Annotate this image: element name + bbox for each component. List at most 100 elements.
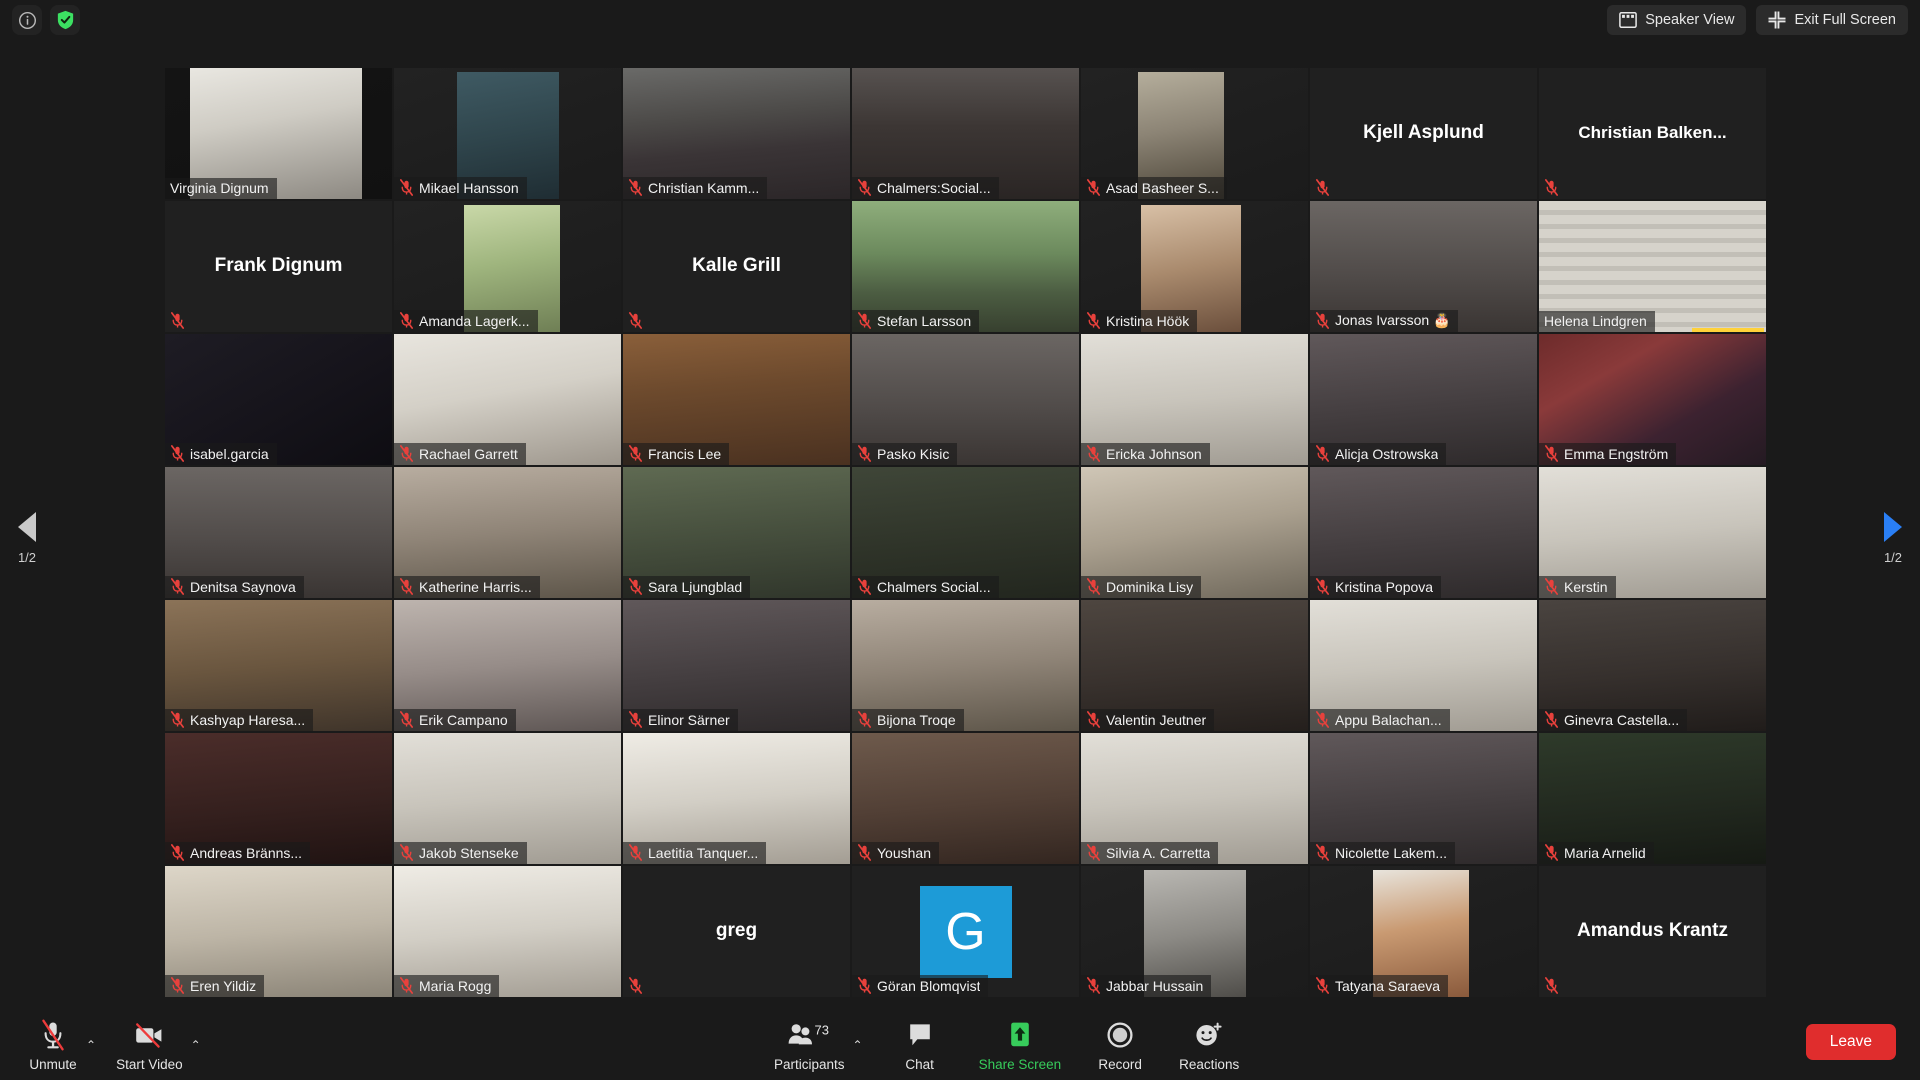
participant-nameplate: Valentin Jeutner bbox=[1081, 709, 1215, 731]
participant-tile[interactable]: Kristina Popova bbox=[1310, 467, 1537, 598]
participant-tile[interactable]: Dominika Lisy bbox=[1081, 467, 1308, 598]
participant-name-large: Amandus Krantz bbox=[1577, 920, 1728, 942]
mic-muted-icon bbox=[1087, 977, 1100, 994]
participant-tile[interactable]: Amandus Krantz bbox=[1539, 866, 1766, 997]
info-icon bbox=[18, 11, 36, 29]
participant-name-large: Kjell Asplund bbox=[1363, 122, 1484, 144]
people-icon: 73 bbox=[787, 1018, 831, 1052]
participant-name: Maria Arnelid bbox=[1564, 844, 1646, 861]
participant-tile[interactable]: greg bbox=[623, 866, 850, 997]
participant-name: Nicolette Lakem... bbox=[1335, 844, 1448, 861]
participant-nameplate: Virginia Dignum bbox=[165, 178, 277, 199]
participant-tile[interactable]: isabel.garcia bbox=[165, 334, 392, 465]
participant-tile[interactable]: Alicja Ostrowska bbox=[1310, 334, 1537, 465]
audio-options-caret[interactable]: ⌃ bbox=[86, 1038, 96, 1052]
participant-nameplate: Ericka Johnson bbox=[1081, 443, 1210, 465]
participant-tile[interactable]: Kashyap Haresa... bbox=[165, 600, 392, 731]
participant-tile[interactable]: Asad Basheer S... bbox=[1081, 68, 1308, 199]
participant-name: Ericka Johnson bbox=[1106, 445, 1202, 462]
video-options-caret[interactable]: ⌃ bbox=[191, 1038, 201, 1052]
participant-tile[interactable]: Denitsa Saynova bbox=[165, 467, 392, 598]
start-video-button[interactable]: Start Video bbox=[110, 1018, 189, 1072]
participant-tile[interactable]: Katherine Harris... bbox=[394, 467, 621, 598]
participant-tile[interactable]: Rachael Garrett bbox=[394, 334, 621, 465]
mic-muted-icon bbox=[1316, 578, 1329, 595]
next-page-button[interactable]: 1/2 bbox=[1880, 510, 1906, 565]
mic-muted-icon bbox=[1545, 977, 1558, 994]
chat-button[interactable]: Chat bbox=[889, 1018, 951, 1072]
exit-full-screen-button[interactable]: Exit Full Screen bbox=[1756, 5, 1908, 35]
participant-nameplate: Kerstin bbox=[1539, 576, 1616, 598]
previous-page-button[interactable]: 1/2 bbox=[14, 510, 40, 565]
participant-tile[interactable]: Kalle Grill bbox=[623, 201, 850, 332]
participant-tile[interactable]: Francis Lee bbox=[623, 334, 850, 465]
participant-tile[interactable]: Ginevra Castella... bbox=[1539, 600, 1766, 731]
record-label: Record bbox=[1098, 1057, 1142, 1072]
mic-muted-icon bbox=[1316, 312, 1329, 329]
participant-tile[interactable]: Helena Lindgren bbox=[1539, 201, 1766, 332]
top-bar-right-group: Speaker View Exit Full Screen bbox=[1607, 5, 1908, 35]
participant-nameplate: Tatyana Saraeva bbox=[1310, 975, 1449, 997]
participant-tile[interactable]: Stefan Larsson bbox=[852, 201, 1079, 332]
mute-indicator bbox=[1544, 179, 1559, 196]
mute-indicator bbox=[628, 977, 643, 994]
mic-muted-icon bbox=[400, 312, 413, 329]
mic-muted-icon bbox=[171, 844, 184, 861]
leave-label: Leave bbox=[1829, 1033, 1872, 1050]
participant-tile[interactable]: Silvia A. Carretta bbox=[1081, 733, 1308, 864]
participant-tile[interactable]: Youshan bbox=[852, 733, 1079, 864]
participant-tile[interactable]: Eren Yildiz bbox=[165, 866, 392, 997]
meeting-info-button[interactable] bbox=[12, 5, 42, 35]
participant-tile[interactable]: Jakob Stenseke bbox=[394, 733, 621, 864]
participant-tile[interactable]: Emma Engström bbox=[1539, 334, 1766, 465]
participant-tile[interactable]: Tatyana Saraeva bbox=[1310, 866, 1537, 997]
unmute-button[interactable]: Unmute bbox=[22, 1018, 84, 1072]
mic-muted-icon bbox=[629, 578, 642, 595]
participant-nameplate: Göran Blomqvist bbox=[852, 975, 989, 997]
participant-tile[interactable]: Pasko Kisic bbox=[852, 334, 1079, 465]
participant-tile[interactable]: Erik Campano bbox=[394, 600, 621, 731]
participant-tile[interactable]: Sara Ljungblad bbox=[623, 467, 850, 598]
participant-tile[interactable]: Laetitia Tanquer... bbox=[623, 733, 850, 864]
participant-tile[interactable]: Amanda Lagerk... bbox=[394, 201, 621, 332]
participant-tile[interactable]: Appu Balachan... bbox=[1310, 600, 1537, 731]
participant-tile[interactable]: Chalmers Social... bbox=[852, 467, 1079, 598]
reactions-button[interactable]: Reactions bbox=[1173, 1018, 1245, 1072]
participant-tile[interactable]: Mikael Hansson bbox=[394, 68, 621, 199]
participants-button[interactable]: 73 Participants bbox=[768, 1018, 851, 1073]
participant-tile[interactable]: Andreas Bränns... bbox=[165, 733, 392, 864]
participant-tile[interactable]: Christian Balken... bbox=[1539, 68, 1766, 199]
mic-muted-icon bbox=[1316, 844, 1329, 861]
participant-tile[interactable]: Kerstin bbox=[1539, 467, 1766, 598]
participant-nameplate: Chalmers:Social... bbox=[852, 177, 999, 199]
participant-tile[interactable]: G Göran Blomqvist bbox=[852, 866, 1079, 997]
leave-button[interactable]: Leave bbox=[1805, 1024, 1896, 1060]
participant-nameplate: isabel.garcia bbox=[165, 443, 277, 465]
participant-tile[interactable]: Maria Rogg bbox=[394, 866, 621, 997]
record-button[interactable]: Record bbox=[1089, 1018, 1151, 1072]
participant-tile[interactable]: Nicolette Lakem... bbox=[1310, 733, 1537, 864]
microphone-muted-icon bbox=[40, 1018, 66, 1052]
participant-tile[interactable]: Jonas Ivarsson 🎂 bbox=[1310, 201, 1537, 332]
encryption-status-button[interactable] bbox=[50, 5, 80, 35]
participant-name: Youshan bbox=[877, 844, 931, 861]
participant-tile[interactable]: Elinor Särner bbox=[623, 600, 850, 731]
participant-name: Emma Engström bbox=[1564, 445, 1669, 462]
participant-tile[interactable]: Bijona Troqe bbox=[852, 600, 1079, 731]
participant-tile[interactable]: Kristina Höök bbox=[1081, 201, 1308, 332]
participant-nameplate: Denitsa Saynova bbox=[165, 576, 304, 598]
participant-tile[interactable]: Frank Dignum bbox=[165, 201, 392, 332]
participant-tile[interactable]: Virginia Dignum bbox=[165, 68, 392, 199]
triangle-right-icon bbox=[1884, 512, 1902, 542]
participant-tile[interactable]: Maria Arnelid bbox=[1539, 733, 1766, 864]
participant-tile[interactable]: Jabbar Hussain bbox=[1081, 866, 1308, 997]
participant-tile[interactable]: Valentin Jeutner bbox=[1081, 600, 1308, 731]
participant-tile[interactable]: Christian Kamm... bbox=[623, 68, 850, 199]
participant-nameplate: Helena Lindgren bbox=[1539, 311, 1655, 332]
participant-tile[interactable]: Chalmers:Social... bbox=[852, 68, 1079, 199]
participant-tile[interactable]: Ericka Johnson bbox=[1081, 334, 1308, 465]
participant-tile[interactable]: Kjell Asplund bbox=[1310, 68, 1537, 199]
speaker-view-button[interactable]: Speaker View bbox=[1607, 5, 1747, 35]
share-screen-button[interactable]: Share Screen bbox=[973, 1018, 1068, 1072]
participants-options-caret[interactable]: ⌃ bbox=[853, 1038, 863, 1052]
